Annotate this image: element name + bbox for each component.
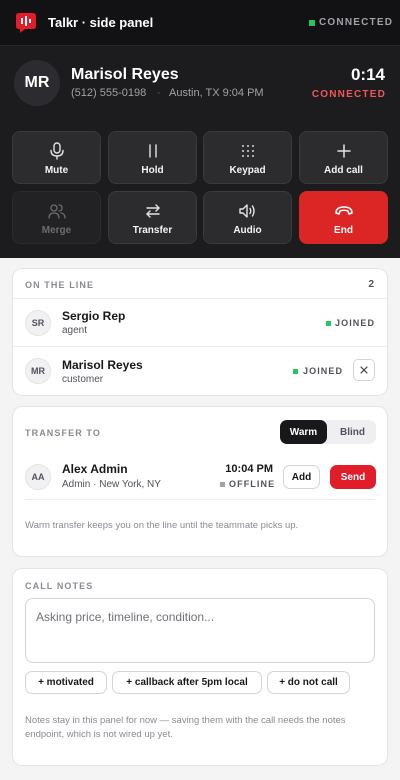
divider xyxy=(13,346,387,347)
talkr-logo-icon xyxy=(16,13,36,33)
call-notes-card: CALL NOTES + motivated + callback after … xyxy=(12,568,388,766)
participant-avatar: SR xyxy=(25,310,51,336)
divider xyxy=(25,499,375,500)
app-title: Talkr · side panel xyxy=(48,15,154,30)
call-status: CONNECTED xyxy=(311,89,386,100)
add-call-label: Add call xyxy=(324,165,363,176)
audio-button[interactable]: Audio xyxy=(203,191,292,244)
caller-location: Austin, TX 9:04 PM xyxy=(169,87,264,99)
connection-status-dot xyxy=(309,20,315,26)
target-detail: Admin · New York, NY xyxy=(62,479,161,490)
offline-dot xyxy=(220,482,225,487)
call-timer: 0:14 xyxy=(350,65,385,84)
transfer-icon xyxy=(143,202,163,220)
target-status: OFFLINE xyxy=(229,479,276,489)
keypad-button[interactable]: Keypad xyxy=(203,131,292,184)
caller-avatar: MR xyxy=(14,60,60,106)
hold-button[interactable]: Hold xyxy=(108,131,197,184)
mute-label: Mute xyxy=(44,165,69,176)
transfer-title: TRANSFER TO xyxy=(25,428,101,438)
keypad-label: Keypad xyxy=(229,165,266,176)
on-the-line-title: ON THE LINE xyxy=(25,280,95,290)
chip-callback[interactable]: + callback after 5pm local xyxy=(112,671,262,694)
participant-role: agent xyxy=(62,325,88,336)
participant-status: JOINED xyxy=(303,366,344,376)
transfer-button[interactable]: Transfer xyxy=(108,191,197,244)
merge-button[interactable]: Merge xyxy=(12,191,101,244)
target-avatar: AA xyxy=(25,464,51,490)
target-name: Alex Admin xyxy=(62,462,128,476)
keypad-icon xyxy=(238,142,258,160)
participant-role: customer xyxy=(62,374,104,385)
hangup-icon xyxy=(334,202,354,220)
end-call-label: End xyxy=(334,225,353,236)
status-dot xyxy=(293,369,298,374)
caller-phone: (512) 555-0198 xyxy=(71,87,147,99)
add-call-button[interactable]: Add call xyxy=(299,131,388,184)
speaker-icon xyxy=(238,202,258,220)
add-target-button[interactable]: Add xyxy=(283,465,320,489)
close-icon xyxy=(360,366,368,374)
chip-do-not-call[interactable]: + do not call xyxy=(267,671,350,694)
participant-count: 2 xyxy=(368,279,374,290)
caller-separator: · xyxy=(157,87,161,99)
participant-name: Marisol Reyes xyxy=(62,358,143,372)
participant-avatar: MR xyxy=(25,358,51,384)
target-local-time: 10:04 PM xyxy=(225,463,273,475)
status-dot xyxy=(326,321,331,326)
chip-motivated[interactable]: + motivated xyxy=(25,671,107,694)
caller-name: Marisol Reyes xyxy=(71,66,179,83)
audio-label: Audio xyxy=(233,225,262,236)
users-icon xyxy=(47,202,67,220)
top-bar: Talkr · side panel CONNECTED xyxy=(0,0,400,46)
transfer-hint: Warm transfer keeps you on the line unti… xyxy=(25,520,299,531)
end-call-button[interactable]: End xyxy=(299,191,388,244)
call-notes-title: CALL NOTES xyxy=(25,581,94,591)
merge-label: Merge xyxy=(41,225,72,236)
connection-status: CONNECTED xyxy=(319,17,394,28)
blind-mode-button[interactable]: Blind xyxy=(329,420,376,444)
pause-icon xyxy=(143,142,163,160)
plus-icon xyxy=(334,142,354,160)
participant-name: Sergio Rep xyxy=(62,309,126,323)
divider xyxy=(13,298,387,299)
participant-status: JOINED xyxy=(335,318,376,328)
remove-participant-button[interactable] xyxy=(353,359,375,381)
on-the-line-card: ON THE LINE 2 SR Sergio Rep agent JOINED… xyxy=(12,268,388,396)
notes-footer: Notes stay in this panel for now — savin… xyxy=(25,715,346,740)
transfer-mode-toggle: Warm Blind xyxy=(280,420,376,444)
warm-mode-button[interactable]: Warm xyxy=(280,420,327,444)
send-transfer-button[interactable]: Send xyxy=(330,465,376,489)
transfer-label: Transfer xyxy=(132,225,173,236)
microphone-icon xyxy=(47,142,67,160)
transfer-card: TRANSFER TO Warm Blind AA Alex Admin Adm… xyxy=(12,406,388,557)
mute-button[interactable]: Mute xyxy=(12,131,101,184)
hold-label: Hold xyxy=(141,165,164,176)
call-panel: Talkr · side panel CONNECTED MR Marisol … xyxy=(0,0,400,258)
notes-textarea[interactable] xyxy=(25,598,375,663)
